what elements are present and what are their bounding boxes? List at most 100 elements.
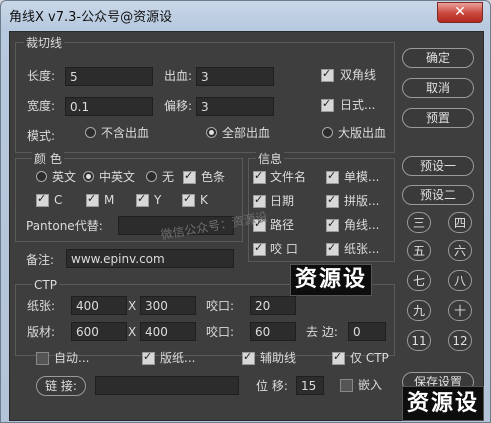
offset-label: 偏移: — [164, 99, 193, 113]
preset-four-button[interactable]: 四 — [448, 212, 472, 233]
aux-line-checkbox[interactable] — [242, 350, 255, 365]
cancel-button[interactable]: 取消 — [402, 78, 474, 98]
channel-y-label: Y — [154, 193, 162, 207]
bite1-input[interactable]: 20 — [250, 296, 296, 315]
plate-width-input[interactable]: 600 — [71, 322, 127, 341]
paper-height-input[interactable]: 300 — [140, 296, 196, 315]
shift-input[interactable]: 15 — [296, 376, 324, 395]
width-label: 宽度: — [27, 99, 56, 113]
preset-nine-button[interactable]: 九 — [407, 300, 431, 321]
info-filename-label: 文件名 — [270, 170, 307, 184]
paper-label: 纸张: — [27, 299, 56, 313]
shift-label: 位 移: — [256, 379, 288, 393]
info-group-label: 信息 — [256, 151, 285, 167]
paper-width-input[interactable]: 400 — [71, 296, 127, 315]
paper-x-label: X — [128, 299, 137, 313]
bleed-input[interactable]: 3 — [196, 67, 274, 86]
info-bite-checkbox[interactable] — [253, 241, 266, 256]
info-imposition-checkbox[interactable] — [326, 193, 339, 208]
double-corner-checkbox[interactable] — [321, 67, 334, 82]
cut-group-label: 裁切线 — [24, 35, 65, 51]
channel-y-checkbox[interactable] — [136, 192, 149, 207]
auto-label: 自动... — [54, 351, 90, 365]
ctp-only-checkbox[interactable] — [332, 350, 345, 365]
info-paper-label: 纸张... — [344, 242, 380, 256]
preset-seven-button[interactable]: 七 — [407, 270, 431, 291]
channel-k-checkbox[interactable] — [182, 192, 195, 207]
preset-five-button[interactable]: 五 — [407, 240, 431, 261]
preset-button[interactable]: 预置 — [402, 108, 474, 128]
aux-line-label: 辅助线 — [260, 351, 297, 365]
mode-radio-no-bleed[interactable] — [85, 127, 96, 138]
margin-label: 去 边: — [306, 325, 338, 339]
japanese-label: 日式... — [340, 98, 376, 112]
plate-x-label: X — [128, 325, 137, 339]
embed-checkbox[interactable] — [340, 379, 353, 392]
mode-radio-all-bleed[interactable] — [206, 127, 217, 138]
length-input[interactable]: 5 — [65, 67, 153, 86]
lang-bilingual-label: 中英文 — [99, 170, 136, 184]
plate-paper-checkbox[interactable] — [142, 350, 155, 365]
channel-k-label: K — [200, 193, 208, 207]
lang-english-label: 英文 — [52, 170, 77, 184]
info-bite-label: 咬 口 — [270, 242, 298, 256]
settings-panel: 裁切线 长度: 5 出血: 3 双角线 宽度: 0.1 偏移: 3 日式... … — [9, 31, 484, 421]
margin-input[interactable]: 0 — [348, 322, 386, 341]
lang-radio-bilingual[interactable] — [83, 171, 94, 182]
mode-no-bleed-label: 不含出血 — [101, 126, 150, 140]
info-filename-checkbox[interactable] — [253, 169, 266, 184]
info-date-label: 日期 — [270, 194, 295, 208]
plate-label: 版材: — [27, 325, 56, 339]
bite2-input[interactable]: 60 — [250, 322, 296, 341]
auto-checkbox[interactable] — [36, 352, 49, 365]
info-corner-checkbox[interactable] — [326, 217, 339, 232]
channel-c-label: C — [54, 193, 63, 207]
info-paper-checkbox[interactable] — [326, 241, 339, 256]
channel-m-checkbox[interactable] — [86, 192, 99, 207]
embed-label: 嵌入 — [358, 378, 383, 392]
preset-three-button[interactable]: 三 — [407, 212, 431, 233]
preset-two-button[interactable]: 预设二 — [402, 185, 474, 205]
preset-twelve-button[interactable]: 12 — [448, 330, 472, 351]
info-imposition-label: 拼版... — [344, 194, 380, 208]
offset-input[interactable]: 3 — [196, 97, 274, 116]
preset-one-button[interactable]: 预设一 — [402, 156, 474, 176]
info-single-checkbox[interactable] — [326, 169, 339, 184]
lang-radio-none[interactable] — [146, 171, 157, 182]
link-input[interactable] — [95, 376, 239, 395]
close-button[interactable]: ✕ — [437, 2, 483, 23]
double-corner-label: 双角线 — [340, 68, 377, 82]
watermark-corner: 资源设 — [402, 386, 484, 421]
plate-paper-label: 版纸... — [160, 351, 196, 365]
ctp-group-label: CTP — [32, 277, 59, 293]
note-label: 备注: — [26, 253, 55, 267]
channel-c-checkbox[interactable] — [36, 192, 49, 207]
preset-eleven-button[interactable]: 11 — [407, 330, 431, 351]
lang-radio-english[interactable] — [36, 171, 47, 182]
pantone-label: Pantone代替: — [26, 219, 103, 233]
preset-six-button[interactable]: 六 — [448, 240, 472, 261]
link-button[interactable]: 链 接: — [36, 376, 86, 396]
preset-eight-button[interactable]: 八 — [448, 270, 472, 291]
info-date-checkbox[interactable] — [253, 193, 266, 208]
title-bar: 角线X v7.3-公众号@资源设 ✕ — [1, 1, 490, 29]
bite1-label: 咬口: — [206, 299, 235, 313]
mode-all-bleed-label: 全部出血 — [222, 126, 271, 140]
watermark-center: 资源设 — [290, 264, 372, 296]
width-input[interactable]: 0.1 — [65, 97, 153, 116]
ok-button[interactable]: 确定 — [402, 48, 474, 68]
japanese-checkbox[interactable] — [321, 97, 334, 112]
main-window: 角线X v7.3-公众号@资源设 ✕ 裁切线 长度: 5 出血: 3 双角线 宽… — [0, 0, 491, 423]
mode-label: 模式: — [27, 129, 56, 143]
ctp-only-label: 仅 CTP — [350, 351, 389, 365]
colorbar-checkbox[interactable] — [183, 169, 196, 184]
window-title: 角线X v7.3-公众号@资源设 — [9, 10, 173, 25]
lang-none-label: 无 — [162, 170, 175, 184]
plate-height-input[interactable]: 400 — [140, 322, 196, 341]
info-corner-label: 角线... — [344, 218, 380, 232]
mode-radio-big-bleed[interactable] — [322, 127, 333, 138]
color-group-label: 颜 色 — [32, 151, 64, 167]
info-path-label: 路径 — [270, 218, 295, 232]
preset-ten-button[interactable]: 十 — [448, 300, 472, 321]
note-input[interactable]: www.epinv.com — [66, 249, 234, 268]
